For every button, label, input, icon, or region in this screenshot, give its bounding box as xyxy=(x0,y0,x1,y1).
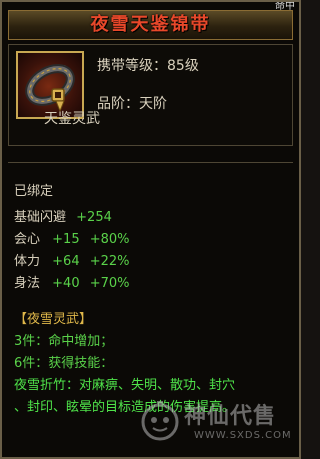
item-subtitle: 天鉴灵武 xyxy=(44,111,100,127)
section-divider xyxy=(8,162,293,163)
stat-row-crit: 会心 +15 +80% xyxy=(14,228,130,247)
stat-row-dodge: 基础闪避 +254 xyxy=(14,206,112,225)
stat-percent: +70% xyxy=(89,276,130,291)
stat-value: +64 xyxy=(52,254,80,269)
stat-name: 身法 xyxy=(14,276,41,291)
watermark: 神仙代售 WWW.SXDS.COM xyxy=(138,398,298,448)
item-title: 夜雪天鉴锦带 xyxy=(90,14,211,35)
bound-status: 已绑定 xyxy=(14,184,54,199)
grade-text: 品阶：天阶 xyxy=(97,96,167,112)
item-title-bar: 夜雪天鉴锦带 xyxy=(8,10,293,40)
item-info-panel: 携带等级：85级 品阶：天阶 xyxy=(8,44,293,146)
skill-desc-line-1: 夜雪折竹：对麻痹、失明、散功、封穴 xyxy=(14,378,236,393)
stat-percent: +22% xyxy=(89,254,130,269)
stat-name: 体力 xyxy=(14,254,41,269)
stat-value: +40 xyxy=(52,276,80,291)
stat-value: +254 xyxy=(76,210,112,225)
watermark-brand: 神仙代售 xyxy=(184,403,277,429)
gourd-logo-icon xyxy=(141,401,179,441)
set-bonus-6: 6件：获得技能： xyxy=(14,356,114,371)
set-name: 【夜雪灵武】 xyxy=(14,312,93,327)
stat-value: +15 xyxy=(52,232,80,247)
stat-name: 会心 xyxy=(14,232,41,247)
watermark-url: WWW.SXDS.COM xyxy=(194,430,292,441)
stat-row-vitality: 体力 +64 +22% xyxy=(14,250,130,269)
stat-percent: +80% xyxy=(89,232,130,247)
carry-level-text: 携带等级：85级 xyxy=(97,58,199,74)
set-bonus-3: 3件：命中增加； xyxy=(14,334,114,349)
stat-name: 基础闪避 xyxy=(14,210,67,225)
stat-row-agility: 身法 +40 +70% xyxy=(14,272,130,291)
item-tooltip: 命中 夜雪天鉴锦带 携带等级：85级 品阶：天阶 天鉴灵武 已绑定 基础闪避 +… xyxy=(0,0,301,459)
